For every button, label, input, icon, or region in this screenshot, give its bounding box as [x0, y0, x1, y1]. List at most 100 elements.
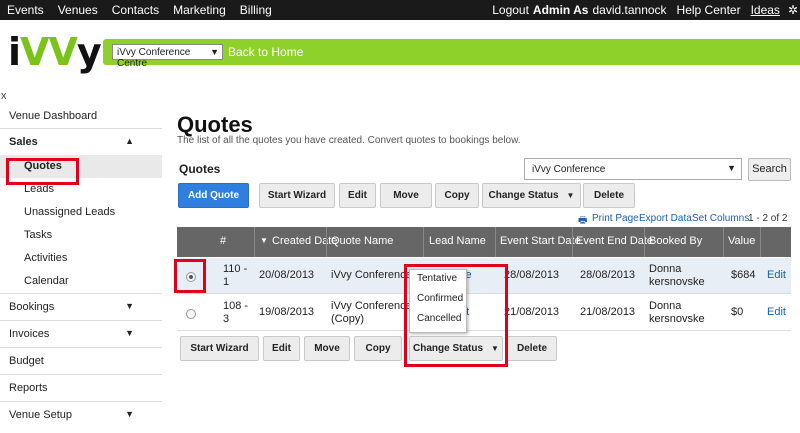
change-status-label: Change Status	[488, 190, 559, 201]
column-divider	[572, 227, 573, 257]
created-date: 20/08/2013	[259, 269, 315, 281]
top-nav-bar: Events Venues Contacts Marketing Billing…	[0, 0, 800, 20]
sidebar-item-venue-setup[interactable]: Venue Setup ▼	[0, 401, 162, 428]
gear-icon[interactable]: ✲	[788, 3, 798, 17]
sort-down-icon[interactable]: ▼	[260, 236, 268, 245]
col-header-value[interactable]: Value	[728, 235, 755, 247]
ideas-link[interactable]: Ideas	[751, 3, 780, 17]
logout-link[interactable]: Logout	[492, 3, 529, 17]
export-data-link[interactable]: Export Data	[639, 213, 692, 224]
column-divider	[423, 227, 424, 257]
event-start-date: 28/08/2013	[504, 269, 560, 281]
bottom-copy-button[interactable]: Copy	[354, 336, 402, 361]
col-header-event-end[interactable]: Event End Date	[576, 235, 653, 247]
row-edit-link[interactable]: Edit	[767, 306, 786, 319]
sidebar-item-label: Sales	[9, 136, 38, 148]
result-count: 1 - 2 of 2	[748, 213, 788, 224]
dropdown-arrow-icon: ▼	[727, 163, 736, 173]
help-center-link[interactable]: Help Center	[677, 3, 741, 17]
sidebar-item-label: Budget	[9, 355, 44, 367]
highlight-box-change-status	[404, 264, 508, 367]
sidebar-item-sales[interactable]: Sales ▲	[0, 128, 162, 155]
move-button[interactable]: Move	[380, 183, 432, 208]
caret-down-icon: ▼	[125, 328, 134, 338]
column-divider	[723, 227, 724, 257]
sidebar-item-label: Calendar	[24, 275, 69, 287]
col-header-quote-name[interactable]: Quote Name	[331, 235, 393, 247]
column-divider	[644, 227, 645, 257]
sidebar-item-tasks[interactable]: Tasks	[0, 224, 162, 247]
quote-value: $0	[731, 306, 744, 318]
bottom-edit-button[interactable]: Edit	[263, 336, 300, 361]
logo-y: y	[76, 30, 102, 74]
set-columns-link[interactable]: Set Columns	[692, 213, 749, 224]
quote-number: 110 -	[223, 263, 248, 275]
delete-button[interactable]: Delete	[583, 183, 635, 208]
col-header-event-start[interactable]: Event Start Date	[500, 235, 581, 247]
sidebar-item-budget[interactable]: Budget	[0, 347, 162, 374]
booked-by-surname: kersnovske	[649, 313, 705, 325]
row-edit-link[interactable]: Edit	[767, 269, 786, 282]
col-header-lead-name[interactable]: Lead Name	[429, 235, 486, 247]
conference-filter-select[interactable]: iVvy Conference ▼	[524, 158, 742, 180]
sidebar-item-activities[interactable]: Activities	[0, 247, 162, 270]
highlight-box-quotes	[6, 158, 79, 185]
sidebar-item-bookings[interactable]: Bookings ▼	[0, 293, 162, 320]
ivvy-logo: iVVy	[8, 30, 102, 74]
bottom-start-wizard-button[interactable]: Start Wizard	[180, 336, 259, 361]
caret-down-icon: ▼	[125, 409, 134, 419]
row-select-radio[interactable]	[186, 309, 196, 319]
quote-name: iVvy Conference	[331, 300, 412, 312]
event-end-date: 28/08/2013	[580, 269, 636, 281]
top-nav: Events Venues Contacts Marketing Billing	[0, 0, 279, 20]
dropdown-arrow-icon: ▼	[566, 191, 575, 200]
user-name: david.tannock	[592, 3, 667, 17]
sidebar-item-label: Unassigned Leads	[24, 206, 116, 218]
edit-button[interactable]: Edit	[339, 183, 376, 208]
change-status-button[interactable]: Change Status ▼	[482, 183, 581, 208]
created-date: 19/08/2013	[259, 306, 315, 318]
sidebar-item-label: Invoices	[9, 328, 50, 340]
caret-down-icon: ▼	[125, 301, 134, 311]
quote-name: iVvy Conference	[331, 269, 412, 281]
print-page-link[interactable]: Print Page	[592, 213, 639, 224]
col-header-num[interactable]: #	[220, 235, 226, 247]
column-divider	[254, 227, 255, 257]
highlight-box-radio	[174, 259, 206, 293]
venue-select[interactable]: iVvy Conference Centre ▼	[112, 44, 223, 69]
table-header: # ▼ Created Date Quote Name Lead Name Ev…	[177, 227, 791, 257]
quote-number-suffix: 1	[223, 276, 230, 288]
nav-marketing[interactable]: Marketing	[166, 0, 233, 20]
page-subtitle: The list of all the quotes you have crea…	[177, 135, 521, 146]
start-wizard-button[interactable]: Start Wizard	[259, 183, 335, 208]
col-header-booked-by[interactable]: Booked By	[649, 235, 702, 247]
sidebar-item-label: Activities	[24, 252, 68, 264]
bottom-move-button[interactable]: Move	[304, 336, 350, 361]
booked-by-surname: kersnovske	[649, 276, 705, 288]
bottom-delete-button[interactable]: Delete	[507, 336, 557, 361]
booked-by: Donna	[649, 263, 682, 275]
caret-up-icon: ▲	[125, 136, 134, 146]
event-end-date: 21/08/2013	[580, 306, 636, 318]
top-right-links: Logout Admin As david.tannock Help Cente…	[482, 3, 800, 17]
sidebar-item-label: Tasks	[24, 229, 53, 241]
sidebar-item-unassigned-leads[interactable]: Unassigned Leads	[0, 201, 162, 224]
logo-v2: V	[48, 30, 77, 74]
nav-billing[interactable]: Billing	[233, 0, 279, 20]
col-header-created-date[interactable]: Created Date	[272, 235, 337, 247]
sidebar-item-calendar[interactable]: Calendar	[0, 270, 162, 293]
close-icon[interactable]: x	[1, 90, 7, 102]
column-divider	[326, 227, 327, 257]
sidebar-item-reports[interactable]: Reports	[0, 374, 162, 401]
add-quote-button[interactable]: Add Quote	[178, 183, 249, 208]
sidebar-item-invoices[interactable]: Invoices ▼	[0, 320, 162, 347]
logo-i: i	[8, 30, 21, 74]
nav-contacts[interactable]: Contacts	[105, 0, 166, 20]
sidebar-item-venue-dashboard[interactable]: Venue Dashboard	[0, 105, 162, 128]
back-to-home-link[interactable]: Back to Home	[228, 45, 303, 59]
search-button[interactable]: Search	[748, 158, 791, 181]
column-divider	[495, 227, 496, 257]
nav-events[interactable]: Events	[0, 0, 51, 20]
nav-venues[interactable]: Venues	[51, 0, 105, 20]
copy-button[interactable]: Copy	[435, 183, 479, 208]
